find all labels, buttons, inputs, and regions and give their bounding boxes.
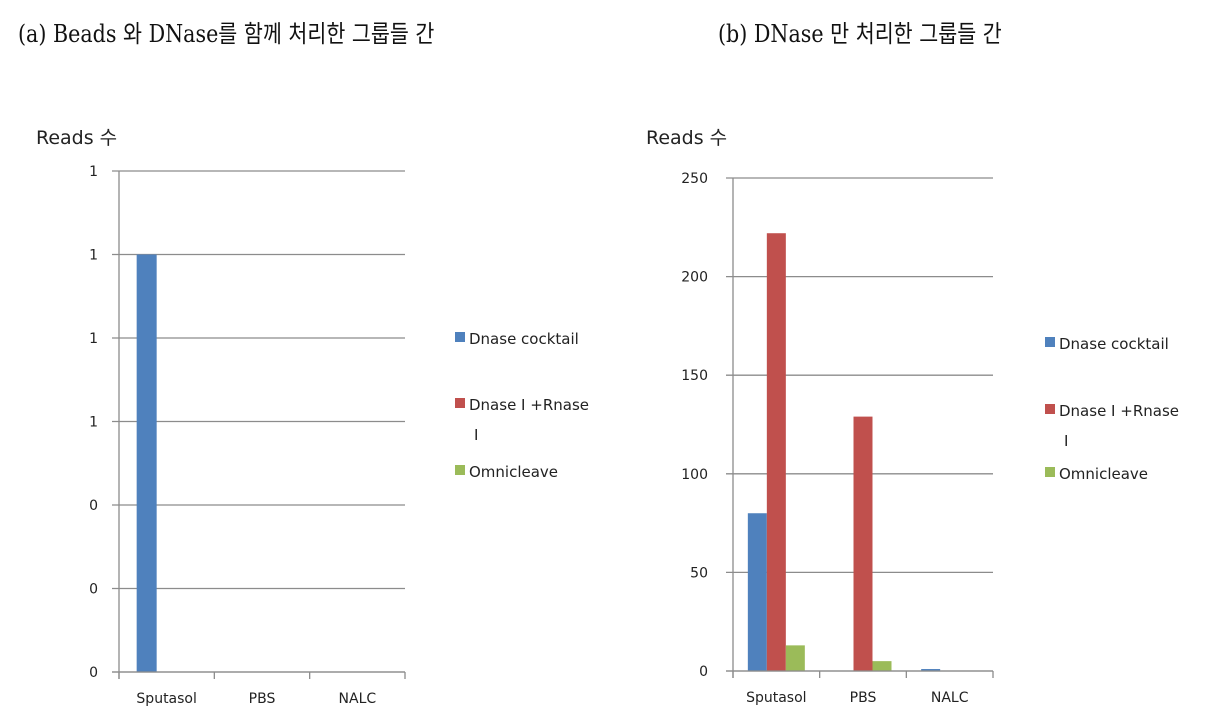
y-tick-label-a: 0 (89, 498, 98, 514)
bar-b-pbs-1 (853, 416, 873, 671)
x-tick-label-b: NALC (931, 690, 969, 706)
y-tick-label-a: 1 (89, 248, 98, 264)
legend-label-b: Dnase I +Rnase (1059, 402, 1179, 420)
legend-swatch-b (1045, 467, 1055, 477)
y-tick-label-a: 0 (89, 582, 98, 598)
legend-label-a: Dnase cocktail (469, 330, 579, 348)
y-tick-label-b: 100 (681, 467, 708, 483)
bar-a-sputasol-0 (136, 254, 157, 672)
legend-swatch-a (455, 465, 465, 475)
bar-b-pbs-2 (872, 661, 892, 671)
legend-swatch-b (1045, 337, 1055, 347)
charts-canvas: 0 0 0 1 1 1 1 Sputasol PBS NALC Dnase cocktail Dnas… (89, 164, 1179, 707)
legend-swatch-a (455, 332, 465, 342)
y-tick-label-b: 0 (699, 664, 708, 680)
y-tick-label-b: 50 (690, 565, 708, 581)
y-tick-label-a: 1 (89, 415, 98, 431)
y-tick-label-b: 150 (681, 368, 708, 384)
y-tick-label-b: 200 (681, 270, 708, 286)
y-tick-label-b: 250 (681, 171, 708, 187)
x-tick-label-a: NALC (339, 691, 377, 707)
y-tick-label-a: 1 (89, 331, 98, 347)
legend-label-a: Dnase I +Rnase (469, 396, 589, 414)
bar-b-sputasol-2 (785, 645, 805, 671)
legend-label-a: I (474, 426, 478, 444)
x-tick-label-a: Sputasol (136, 691, 196, 707)
legend-label-b: Omnicleave (1059, 465, 1148, 483)
legend-swatch-b (1045, 404, 1055, 414)
bar-b-sputasol-0 (747, 513, 767, 671)
x-tick-label-b: Sputasol (746, 690, 806, 706)
y-tick-label-a: 1 (89, 164, 98, 180)
legend-swatch-a (455, 398, 465, 408)
x-tick-label-b: PBS (850, 690, 877, 706)
legend-label-b: Dnase cocktail (1059, 335, 1169, 353)
legend-label-a: Omnicleave (469, 463, 558, 481)
bar-b-sputasol-1 (766, 233, 786, 671)
x-tick-label-a: PBS (249, 691, 276, 707)
legend-label-b: I (1064, 432, 1068, 450)
y-tick-label-a: 0 (89, 665, 98, 681)
